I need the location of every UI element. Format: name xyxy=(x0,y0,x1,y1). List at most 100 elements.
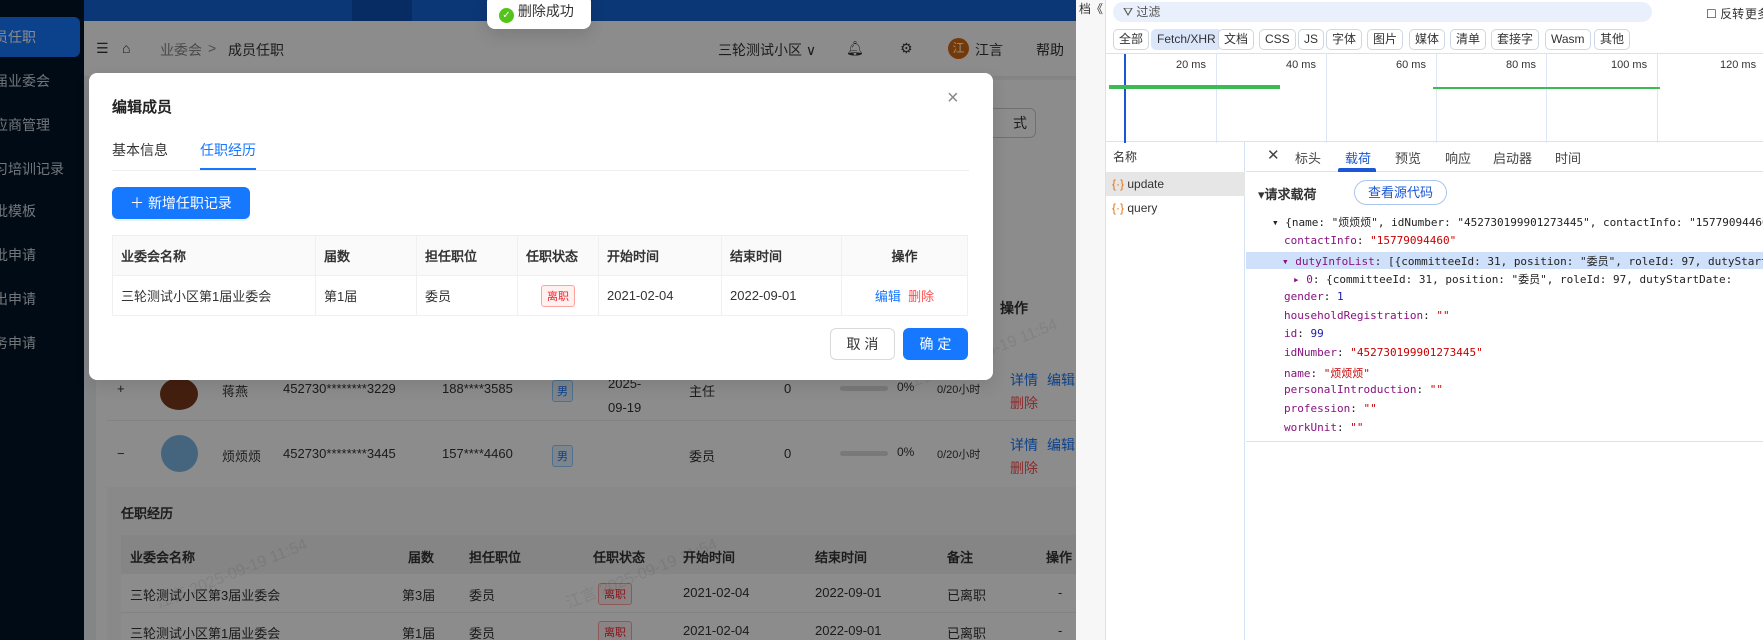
json-value: {committeeId: 31, position: "委员", roleId… xyxy=(1326,273,1733,286)
filter-input[interactable]: ⛛ 过滤 xyxy=(1113,2,1652,22)
close-icon[interactable]: × xyxy=(947,87,959,110)
tab-headers[interactable]: 标头 xyxy=(1295,148,1321,167)
cell-committee: 三轮测试小区第1届业委会 xyxy=(112,275,316,316)
cancel-button[interactable]: 取 消 xyxy=(830,328,895,360)
tick-label: 20 ms xyxy=(1176,59,1206,71)
tab-timing[interactable]: 时间 xyxy=(1555,148,1581,167)
more-filters[interactable]: 更多 xyxy=(1745,5,1763,22)
tick-label: 40 ms xyxy=(1286,59,1316,71)
request-name: update xyxy=(1127,177,1165,191)
json-key: gender xyxy=(1284,290,1324,303)
type-manifest[interactable]: 清单 xyxy=(1450,29,1487,50)
gridline xyxy=(1216,54,1217,143)
json-value: "" xyxy=(1363,402,1377,415)
summary-text: {name: "烦烦烦", idNumber: "452730199901273… xyxy=(1285,216,1763,229)
json-field: id: 99 xyxy=(1284,327,1324,340)
type-fetch-xhr[interactable]: Fetch/XHR xyxy=(1151,29,1222,50)
filter-icon: ⛛ xyxy=(1123,5,1137,19)
request-bar-update xyxy=(1109,85,1280,89)
table-header: 业委会名称 届数 担任职位 任职状态 开始时间 结束时间 操作 xyxy=(112,235,968,276)
type-doc[interactable]: 文档 xyxy=(1218,29,1255,50)
devtools-side-strip: 档《 xyxy=(1076,0,1106,640)
json-value: "" xyxy=(1429,383,1443,396)
table-row: 三轮测试小区第1届业委会 第1届 委员 离职 2021-02-04 2022-0… xyxy=(112,275,968,316)
xhr-icon: {·} xyxy=(1112,177,1125,191)
tab-preview[interactable]: 预览 xyxy=(1395,148,1421,167)
json-field: profession: "" xyxy=(1284,402,1377,415)
tab-response[interactable]: 响应 xyxy=(1445,148,1471,167)
add-button-label: 新增任职记录 xyxy=(147,195,232,211)
json-field-duty-list[interactable]: ▾ dutyInfoList: [{committeeId: 31, posit… xyxy=(1282,253,1763,269)
xhr-icon: {·} xyxy=(1112,201,1125,215)
payload-title: 请求载荷 xyxy=(1264,187,1317,202)
json-value: [{committeeId: 31, position: "委员", roleI… xyxy=(1387,255,1763,268)
edit-member-modal: 编辑成员 × 基本信息 任职经历 ＋ 新增任职记录 业委会名称 届数 担任职位 … xyxy=(89,73,993,380)
gridline xyxy=(1436,54,1437,143)
json-key: householdRegistration xyxy=(1284,309,1424,322)
json-value: 1 xyxy=(1337,290,1344,303)
col-start: 开始时间 xyxy=(598,235,722,276)
payload-section-toggle[interactable]: ▾请求载荷 xyxy=(1258,184,1317,203)
type-all[interactable]: 全部 xyxy=(1113,29,1150,50)
type-wasm[interactable]: Wasm xyxy=(1545,29,1591,50)
json-field: personalIntroduction: "" xyxy=(1284,383,1443,396)
col-position: 担任职位 xyxy=(416,235,518,276)
tick-label: 120 ms xyxy=(1720,59,1757,71)
json-key: name xyxy=(1284,367,1311,380)
tick-label: 100 ms xyxy=(1611,59,1648,71)
col-actions: 操作 xyxy=(841,235,968,276)
view-source-button[interactable]: 查看源代码 xyxy=(1354,180,1447,205)
cell-start: 2021-02-04 xyxy=(598,275,722,316)
tab-initiator[interactable]: 启动器 xyxy=(1493,148,1532,167)
toast-message: ✓ 删除成功 xyxy=(487,0,591,29)
request-list: 名称 {·} update {·} query xyxy=(1106,142,1245,640)
type-css[interactable]: CSS xyxy=(1259,29,1296,50)
json-value: "" xyxy=(1436,309,1450,322)
json-field: contactInfo: "15779094460" xyxy=(1284,234,1457,247)
delete-link[interactable]: 删除 xyxy=(908,289,934,304)
type-font[interactable]: 字体 xyxy=(1326,29,1363,50)
type-js[interactable]: JS xyxy=(1298,29,1325,50)
col-end: 结束时间 xyxy=(721,235,842,276)
tab-payload[interactable]: 载荷 xyxy=(1345,148,1371,167)
gridline xyxy=(1546,54,1547,143)
json-value: "452730199901273445" xyxy=(1350,346,1483,359)
json-key: 0 xyxy=(1306,273,1313,286)
duty-table: 业委会名称 届数 担任职位 任职状态 开始时间 结束时间 操作 三轮测试小区第1… xyxy=(112,235,968,316)
request-item-update[interactable]: {·} update xyxy=(1106,172,1245,196)
modal-title: 编辑成员 xyxy=(112,99,173,116)
json-key: contactInfo xyxy=(1284,234,1357,247)
type-socket[interactable]: 套接字 xyxy=(1491,29,1540,50)
tab-basic-info[interactable]: 基本信息 xyxy=(112,140,168,160)
type-img[interactable]: 图片 xyxy=(1367,29,1404,50)
name-header: 名称 xyxy=(1113,150,1138,164)
timeline[interactable]: 20 ms 40 ms 60 ms 80 ms 100 ms 120 ms xyxy=(1106,53,1763,143)
payload-summary[interactable]: ▾ {name: "烦烦烦", idNumber: "4527301999012… xyxy=(1272,214,1763,230)
json-value: "烦烦烦" xyxy=(1323,367,1370,380)
tick-label: 80 ms xyxy=(1506,59,1536,71)
payload-divider xyxy=(1246,441,1763,442)
tab-duty-history[interactable]: 任职经历 xyxy=(200,140,256,160)
side-strip-text[interactable]: 档《 xyxy=(1079,0,1103,17)
add-duty-record-button[interactable]: ＋ 新增任职记录 xyxy=(112,187,250,219)
check-circle-icon: ✓ xyxy=(499,8,514,23)
type-other[interactable]: 其他 xyxy=(1594,29,1631,50)
json-field-duty-item[interactable]: ▸ 0: {committeeId: 31, position: "委员", r… xyxy=(1293,271,1732,287)
json-key: dutyInfoList xyxy=(1295,255,1375,268)
close-detail-icon[interactable]: ✕ xyxy=(1267,146,1280,164)
edit-link[interactable]: 编辑 xyxy=(875,289,901,304)
json-key: workUnit xyxy=(1284,421,1337,434)
request-item-query[interactable]: {·} query xyxy=(1106,196,1245,220)
json-value: "" xyxy=(1350,421,1364,434)
ok-button[interactable]: 确 定 xyxy=(903,328,968,360)
request-name: query xyxy=(1127,201,1158,215)
type-media[interactable]: 媒体 xyxy=(1409,29,1446,50)
plus-icon: ＋ xyxy=(130,195,148,211)
json-value: "15779094460" xyxy=(1370,234,1457,247)
cell-term: 第1届 xyxy=(315,275,417,316)
json-field: householdRegistration: "" xyxy=(1284,309,1450,322)
json-key: idNumber xyxy=(1284,346,1337,359)
invert-label: 反转 xyxy=(1720,7,1745,21)
invert-checkbox[interactable]: ☐ 反转 xyxy=(1706,5,1744,22)
cell-position: 委员 xyxy=(416,275,518,316)
